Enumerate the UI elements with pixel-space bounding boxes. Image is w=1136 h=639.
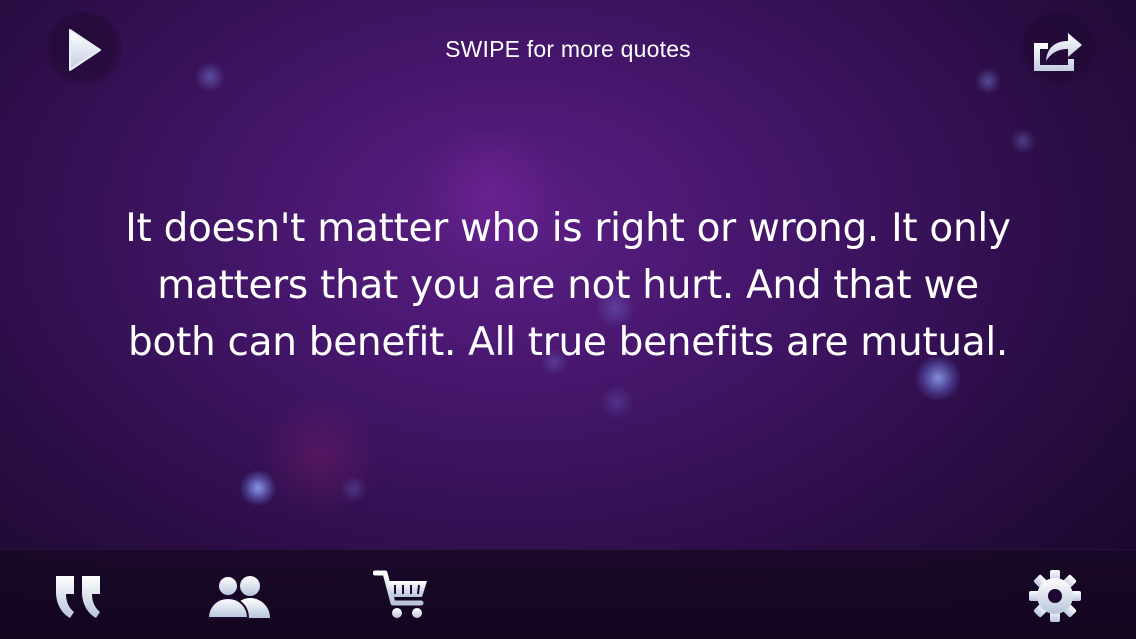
cart-icon (373, 570, 427, 618)
background-bokeh (340, 475, 368, 503)
cart-button[interactable] (363, 558, 439, 634)
quote-text: It doesn't matter who is right or wrong.… (125, 206, 1011, 365)
swipe-hint: SWIPE for more quotes (445, 36, 691, 62)
settings-button[interactable] (1017, 558, 1093, 634)
background-bokeh (600, 385, 634, 419)
quote-screen[interactable]: SWIPE for more quotes It doesn't matter … (0, 0, 1136, 639)
share-icon (1034, 33, 1082, 71)
bottom-toolbar (0, 549, 1136, 639)
quotes-button[interactable] (41, 558, 117, 634)
quotes-icon (56, 576, 100, 618)
share-button[interactable] (1020, 12, 1096, 88)
background-bokeh (1010, 128, 1036, 154)
gear-icon (1029, 570, 1081, 622)
background-bokeh (240, 470, 276, 506)
background-bokeh (975, 68, 1001, 94)
people-button[interactable] (201, 558, 277, 634)
background-glow (260, 395, 380, 515)
people-icon (206, 575, 270, 619)
background-bokeh (195, 62, 225, 92)
